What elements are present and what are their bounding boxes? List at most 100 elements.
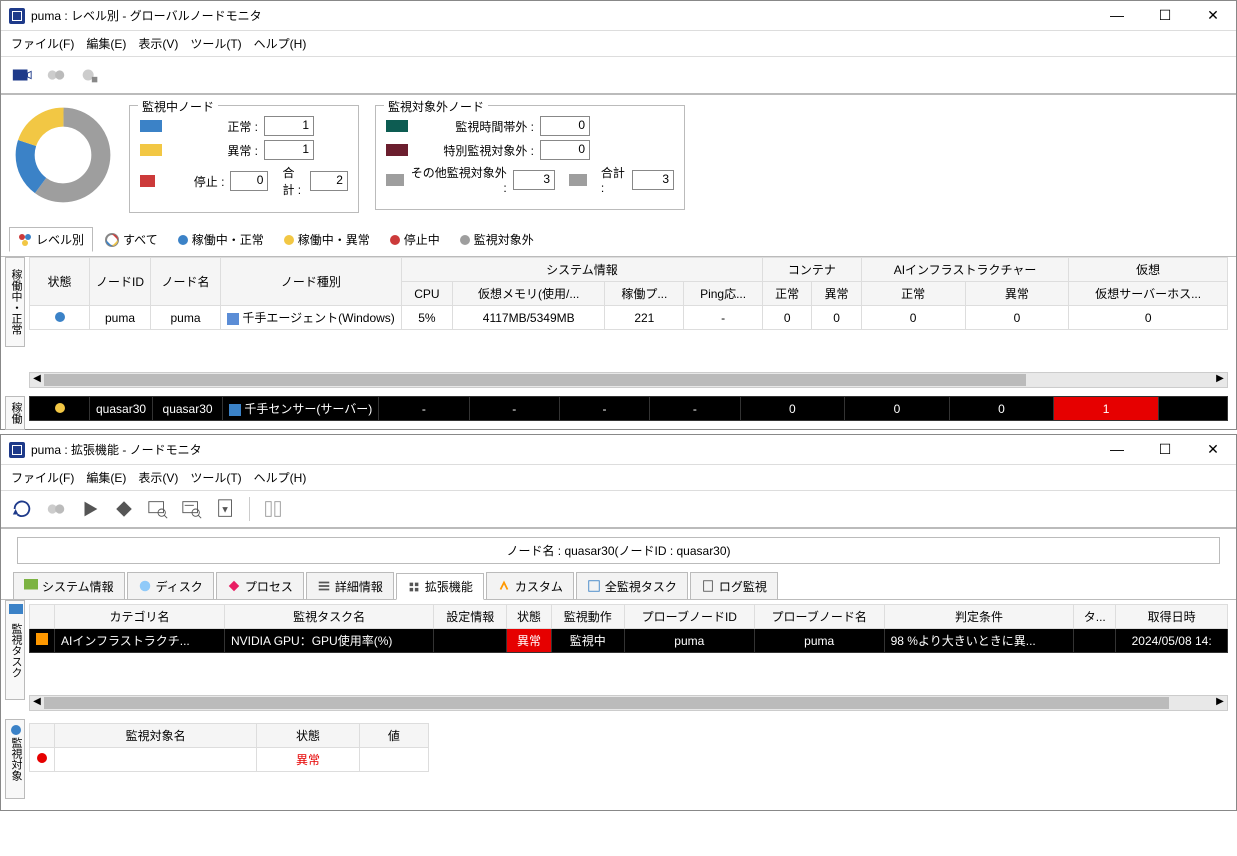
window-title: puma : 拡張機能 - ノードモニタ [31, 441, 1102, 458]
menu-help[interactable]: ヘルプ(H) [254, 35, 307, 52]
window-controls: — ☐ ✕ [1102, 7, 1228, 24]
swatch-special-excl [386, 144, 408, 156]
summary-panel: 監視中ノード 正常 :1 異常 :1 停止 :0合計 :2 監視対象外ノード 監… [1, 95, 1236, 223]
tab-stopped[interactable]: 停止中 [382, 228, 448, 251]
table-row[interactable]: quasar30 quasar30 千手センサー(サーバー) - - - - 0… [30, 397, 1228, 421]
outside-hours-count: 0 [540, 116, 590, 136]
node-monitor-window: puma : 拡張機能 - ノードモニタ — ☐ ✕ ファイル(F) 編集(E)… [0, 434, 1237, 811]
target-corner-icon [9, 723, 25, 739]
menu-tools[interactable]: ツール(T) [190, 469, 241, 486]
record-icon[interactable] [7, 61, 37, 89]
tab-by-level[interactable]: レベル別 [9, 227, 93, 252]
play-icon[interactable] [75, 495, 105, 523]
diamond-icon[interactable] [109, 495, 139, 523]
monitored-fieldset: 監視中ノード 正常 :1 異常 :1 停止 :0合計 :2 [129, 105, 359, 213]
vtab-normal[interactable]: 稼働中・正常 [5, 257, 25, 347]
vtab-abnormal[interactable]: 稼働 [5, 396, 25, 430]
tab-system-info[interactable]: システム情報 [13, 572, 125, 599]
global-monitor-window: puma : レベル別 - グローバルノードモニタ — ☐ ✕ ファイル(F) … [0, 0, 1237, 430]
dot-icon [284, 235, 294, 245]
titlebar: puma : 拡張機能 - ノードモニタ — ☐ ✕ [1, 435, 1236, 465]
excluded-legend: 監視対象外ノード [384, 98, 488, 115]
table-row[interactable]: 異常 [30, 748, 429, 772]
target-table: 監視対象名 状態 値 異常 [29, 723, 429, 772]
alert-icon [36, 752, 48, 764]
refresh-icon[interactable] [7, 495, 37, 523]
close-button[interactable]: ✕ [1198, 7, 1228, 24]
menubar: ファイル(F) 編集(E) 表示(V) ツール(T) ヘルプ(H) [1, 465, 1236, 491]
abnormal-grid-area: 稼働 quasar30 quasar30 千手センサー(サーバー) - - - … [1, 396, 1236, 429]
close-button[interactable]: ✕ [1198, 441, 1228, 458]
task-section: 監視タスク カテゴリ名 監視タスク名 設定情報 状態 監視動作 プローブノードI… [1, 600, 1236, 719]
tab-disk[interactable]: ディスク [127, 572, 214, 599]
swatch-abnormal [140, 144, 162, 156]
gears-icon[interactable] [41, 495, 71, 523]
menu-tools[interactable]: ツール(T) [190, 35, 241, 52]
donut-chart [13, 105, 113, 205]
node-name-label: ノード名 : quasar30(ノードID : quasar30) [17, 537, 1220, 564]
menubar: ファイル(F) 編集(E) 表示(V) ツール(T) ヘルプ(H) [1, 31, 1236, 57]
maximize-button[interactable]: ☐ [1150, 441, 1180, 458]
inspect1-icon[interactable] [143, 495, 173, 523]
minimize-button[interactable]: — [1102, 7, 1132, 24]
minimize-button[interactable]: — [1102, 441, 1132, 458]
window-title: puma : レベル別 - グローバルノードモニタ [31, 7, 1102, 24]
detail-tabs: システム情報 ディスク プロセス 詳細情報 拡張機能 カスタム 全監視タスク ロ… [1, 572, 1236, 600]
node-table-abnormal: quasar30 quasar30 千手センサー(サーバー) - - - - 0… [29, 396, 1228, 421]
monitored-total: 2 [310, 171, 348, 191]
dot-icon [460, 235, 470, 245]
table-row[interactable]: AIインフラストラクチ... NVIDIA GPU：GPU使用率(%) 異常 監… [30, 629, 1228, 653]
menu-view[interactable]: 表示(V) [138, 469, 178, 486]
inspect2-icon[interactable] [177, 495, 207, 523]
dot-icon [178, 235, 188, 245]
normal-count: 1 [264, 116, 314, 136]
tab-log[interactable]: ログ監視 [690, 572, 778, 599]
menu-view[interactable]: 表示(V) [138, 35, 178, 52]
toolbar [1, 57, 1236, 95]
special-excl-count: 0 [540, 140, 590, 160]
tab-detail[interactable]: 詳細情報 [306, 572, 394, 599]
monitored-legend: 監視中ノード [138, 98, 218, 115]
task-table: カテゴリ名 監視タスク名 設定情報 状態 監視動作 プローブノードID プローブ… [29, 604, 1228, 653]
excluded-total: 3 [632, 170, 674, 190]
stopped-count: 0 [230, 171, 268, 191]
menu-help[interactable]: ヘルプ(H) [254, 469, 307, 486]
gears-icon[interactable] [41, 61, 71, 89]
h-scrollbar[interactable]: ◀▶ [29, 372, 1228, 388]
level-tabs: レベル別 すべて 稼働中・正常 稼働中・異常 停止中 監視対象外 [1, 223, 1236, 257]
gear-stop-icon[interactable] [75, 61, 105, 89]
tab-extension[interactable]: 拡張機能 [396, 573, 484, 600]
page-arrow-icon[interactable] [211, 495, 241, 523]
tab-running-normal[interactable]: 稼働中・正常 [170, 228, 272, 251]
tab-excluded[interactable]: 監視対象外 [452, 228, 542, 251]
abnormal-count: 1 [264, 140, 314, 160]
titlebar: puma : レベル別 - グローバルノードモニタ — ☐ ✕ [1, 1, 1236, 31]
menu-file[interactable]: ファイル(F) [11, 469, 74, 486]
target-section: 監視対象 監視対象名 状態 値 異常 [1, 719, 1236, 810]
tab-all-tasks[interactable]: 全監視タスク [576, 572, 688, 599]
menu-edit[interactable]: 編集(E) [86, 35, 126, 52]
status-dot-icon [55, 403, 65, 413]
tab-process[interactable]: プロセス [216, 572, 304, 599]
swatch-outside-hours [386, 120, 408, 132]
normal-grid-area: 稼働中・正常 状態 ノードID ノード名 ノード種別 システム情報 コンテナ A… [1, 257, 1236, 396]
app-icon [9, 8, 25, 24]
menu-edit[interactable]: 編集(E) [86, 469, 126, 486]
other-excl-count: 3 [513, 170, 555, 190]
tab-running-abnormal[interactable]: 稼働中・異常 [276, 228, 378, 251]
swatch-other-excl [386, 174, 404, 186]
row-icon [36, 633, 48, 645]
task-corner-icon [9, 604, 25, 620]
maximize-button[interactable]: ☐ [1150, 7, 1180, 24]
node-table: 状態 ノードID ノード名 ノード種別 システム情報 コンテナ AIインフラスト… [29, 257, 1228, 330]
h-scrollbar[interactable]: ◀▶ [29, 695, 1228, 711]
columns-icon[interactable] [258, 495, 288, 523]
table-row[interactable]: puma puma 千手エージェント(Windows) 5% 4117MB/53… [30, 306, 1228, 330]
tab-custom[interactable]: カスタム [486, 572, 574, 599]
status-dot-icon [55, 312, 65, 322]
separator [249, 497, 250, 521]
menu-file[interactable]: ファイル(F) [11, 35, 74, 52]
swatch-normal [140, 120, 162, 132]
tab-all[interactable]: すべて [97, 228, 166, 251]
swatch-stopped [140, 175, 155, 187]
